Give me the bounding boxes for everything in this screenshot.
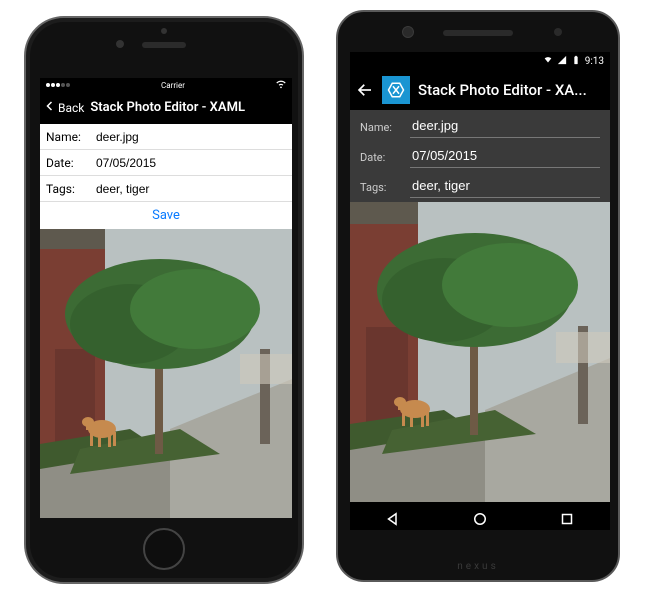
name-label: Name: [360,121,410,138]
name-label: Name: [40,130,92,144]
android-earpiece-speaker [443,30,513,36]
android-device-frame: 9:13 Stack Photo Editor - XA... Name: Da… [336,10,620,582]
comparison-stage: Carrier Back Stack Photo Editor - XAML N… [0,0,647,600]
device-brand-label: nexus [457,561,498,572]
android-app-bar: Stack Photo Editor - XA... [350,70,610,110]
nav-recent-button[interactable] [558,510,576,528]
form-row-date: Date: [40,150,292,176]
name-field[interactable] [410,114,600,138]
nav-back-button[interactable] [384,510,402,528]
date-field[interactable] [92,154,292,172]
form-row-date: Date: [350,140,610,170]
photo-preview [40,229,292,518]
tags-field[interactable] [92,180,292,198]
android-nav-bar [350,502,610,530]
name-field[interactable] [92,128,292,146]
photo-preview [350,202,610,502]
carrier-label: Carrier [161,81,185,90]
nav-home-button[interactable] [471,510,489,528]
signal-icon [557,55,567,68]
page-title: Stack Photo Editor - XA... [418,81,604,99]
back-button-label: Back [58,101,84,115]
android-form: Name: Date: Tags: [350,110,610,200]
xamarin-logo-icon [382,76,410,104]
android-front-camera [402,26,414,38]
ios-status-bar: Carrier [40,78,292,92]
tags-label: Tags: [40,182,92,196]
home-button[interactable] [143,528,185,570]
iphone-front-camera [116,40,124,48]
android-sensor [554,28,562,36]
ios-navigation-bar: Back Stack Photo Editor - XAML [40,92,292,124]
save-button[interactable]: Save [40,202,292,229]
page-title: Stack Photo Editor - XAML [90,100,245,115]
form-row-tags: Tags: [350,170,610,200]
battery-icon [571,55,581,68]
date-label: Date: [40,156,92,170]
iphone-device-frame: Carrier Back Stack Photo Editor - XAML N… [24,16,304,584]
iphone-screen: Carrier Back Stack Photo Editor - XAML N… [40,78,292,518]
tags-label: Tags: [360,181,410,198]
android-screen: 9:13 Stack Photo Editor - XA... Name: Da… [350,52,610,530]
wifi-icon [543,55,553,68]
status-time: 9:13 [585,56,604,67]
form-row-name: Name: [40,124,292,150]
back-button[interactable] [356,81,374,99]
wifi-icon [276,79,286,91]
date-field[interactable] [410,144,600,168]
iphone-earpiece-speaker [142,42,186,48]
chevron-left-icon [44,99,56,116]
tags-field[interactable] [410,174,600,198]
form-row-tags: Tags: [40,176,292,202]
ios-form: Name: Date: Tags: Save [40,124,292,229]
form-row-name: Name: [350,110,610,140]
android-status-bar: 9:13 [350,52,610,70]
iphone-proximity-sensor [161,28,167,34]
date-label: Date: [360,151,410,168]
back-button[interactable]: Back [44,99,84,116]
signal-dots-icon [46,83,70,87]
